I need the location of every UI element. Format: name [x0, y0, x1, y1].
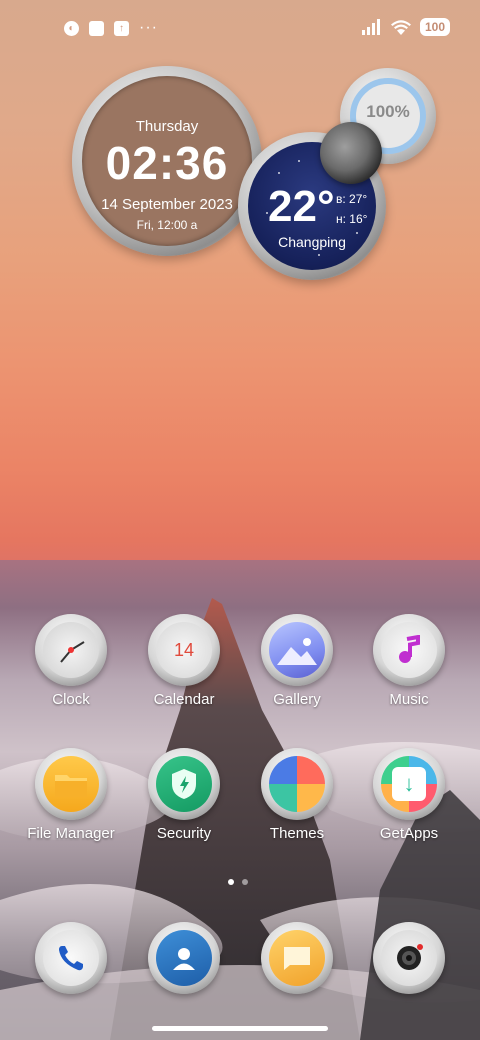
page-indicator — [228, 879, 248, 885]
app-file-manager[interactable]: File Manager — [16, 748, 126, 842]
app-notification-icon: ◐ — [64, 20, 79, 36]
messages-icon — [269, 930, 325, 986]
dock-phone[interactable] — [16, 922, 126, 994]
app-gallery[interactable]: Gallery — [242, 614, 352, 708]
moon-icon — [320, 122, 382, 184]
app-label: Clock — [52, 691, 90, 708]
dock-messages[interactable] — [242, 922, 352, 994]
clock-widget[interactable]: Thursday 02:36 14 September 2023 Fri, 12… — [72, 66, 262, 256]
status-bar: ◐ ↑ ··· 100 — [0, 14, 480, 42]
more-notifications-icon: ··· — [139, 19, 158, 36]
themes-icon — [269, 756, 325, 812]
dock-camera[interactable] — [354, 922, 464, 994]
calendar-date-badge: 14 — [173, 639, 195, 660]
app-clock[interactable]: Clock — [16, 614, 126, 708]
weather-temperature: 22° — [268, 182, 335, 231]
clock-widget-face: Thursday 02:36 14 September 2023 Fri, 12… — [82, 76, 252, 246]
widget-alarm: Fri, 12:00 a — [136, 218, 198, 232]
app-label: File Manager — [27, 825, 115, 842]
app-calendar[interactable]: 14 Calendar — [129, 614, 239, 708]
app-label: Security — [156, 825, 212, 842]
wifi-icon — [390, 20, 411, 35]
dock-contacts[interactable] — [129, 922, 239, 994]
contacts-icon — [156, 930, 212, 986]
calendar-icon: 14 — [156, 622, 212, 678]
app-label: GetApps — [379, 825, 439, 842]
square-notification-icon — [89, 20, 104, 36]
gallery-icon — [269, 622, 325, 678]
app-label: Gallery — [273, 691, 321, 708]
phone-icon — [43, 930, 99, 986]
app-label: Themes — [269, 825, 325, 842]
getapps-icon: ↓ — [381, 756, 437, 812]
widget-time: 02:36 — [105, 137, 229, 189]
app-music[interactable]: Music — [354, 614, 464, 708]
battery-widget-percent: 100% — [366, 102, 410, 121]
shield-icon — [156, 756, 212, 812]
app-getapps[interactable]: ↓ GetApps — [354, 748, 464, 842]
folder-icon — [43, 756, 99, 812]
app-themes[interactable]: Themes — [242, 748, 352, 842]
upload-notification-icon: ↑ — [114, 20, 129, 36]
home-indicator[interactable] — [152, 1026, 328, 1031]
battery-indicator: 100 — [419, 18, 450, 36]
app-security[interactable]: Security — [129, 748, 239, 842]
camera-icon — [381, 930, 437, 986]
page-dot-active[interactable] — [228, 879, 234, 885]
page-dot[interactable] — [242, 879, 248, 885]
app-label: Calendar — [153, 691, 215, 708]
widget-date: 14 September 2023 — [101, 196, 233, 213]
music-icon — [381, 622, 437, 678]
app-label: Music — [389, 691, 429, 708]
weather-city: Changping — [278, 234, 346, 250]
signal-icon — [361, 19, 380, 35]
clock-icon — [43, 622, 99, 678]
weather-low: н: 16° — [336, 212, 368, 226]
widget-day: Thursday — [135, 118, 199, 135]
weather-high: в: 27° — [336, 192, 368, 206]
